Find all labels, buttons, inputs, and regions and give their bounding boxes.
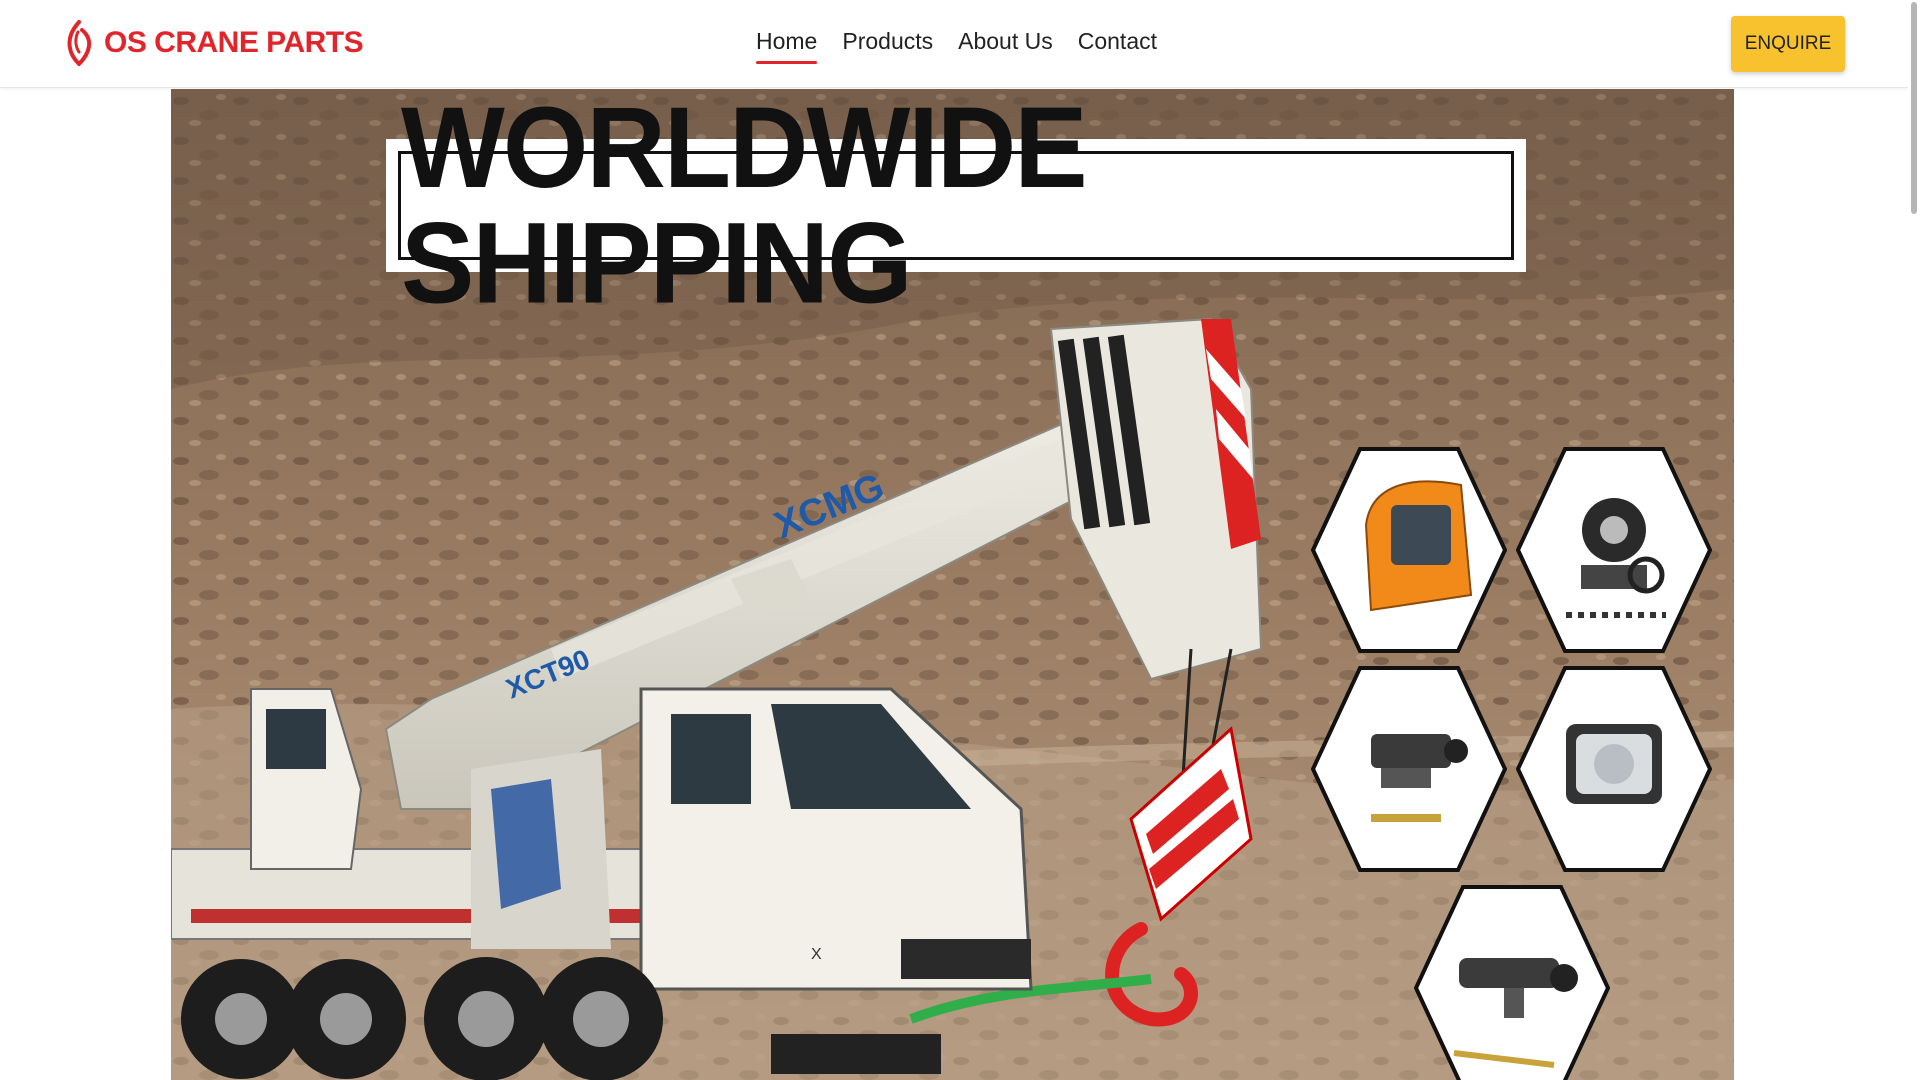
part-cylinder-hex xyxy=(1311,666,1507,872)
nav-home[interactable]: Home xyxy=(756,22,818,66)
enquire-button[interactable]: ENQUIRE xyxy=(1731,16,1845,72)
logo-icon xyxy=(67,20,92,66)
scrollbar[interactable] xyxy=(1908,0,1920,1080)
logo[interactable]: OS CRANE PARTS xyxy=(64,20,364,66)
part-pump-hex xyxy=(1516,447,1712,653)
nav-products[interactable]: Products xyxy=(842,22,933,66)
main-nav: Home Products About Us Contact xyxy=(756,22,1182,66)
part-headlight-hex xyxy=(1516,666,1712,872)
banner: WORLDWIDE SHIPPING xyxy=(386,89,1526,320)
brand-name: OS CRANE PARTS xyxy=(104,26,364,59)
svg-text:X: X xyxy=(811,946,822,963)
site-header: OS CRANE PARTS Home Products About Us Co… xyxy=(0,0,1920,88)
nav-contact[interactable]: Contact xyxy=(1078,22,1157,66)
scrollbar-thumb[interactable] xyxy=(1911,2,1917,214)
banner-title: WORLDWIDE SHIPPING xyxy=(401,89,1088,328)
part-valve-hex xyxy=(1414,885,1610,1080)
hero-image: XCMG XCT90 X WORLDWIDE SHIPPING xyxy=(171,89,1734,1080)
part-cab-hex xyxy=(1311,447,1507,653)
nav-about-us[interactable]: About Us xyxy=(958,22,1053,66)
